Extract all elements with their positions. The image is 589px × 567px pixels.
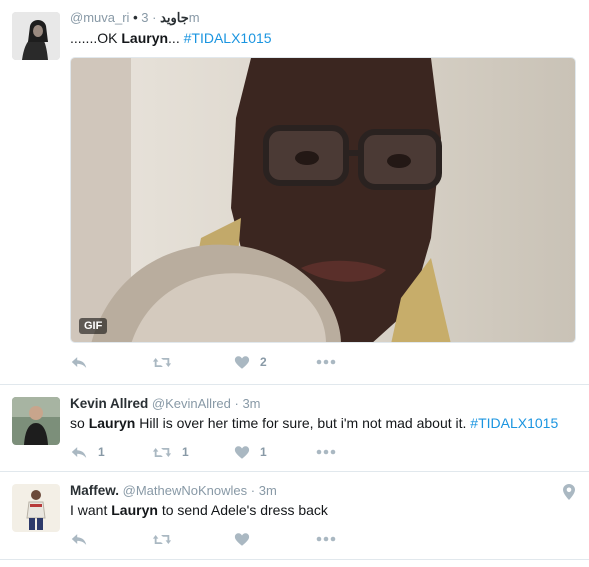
tweet-1[interactable]: @muva_ri • جاويد · 3m .......OK Lauryn..…: [0, 0, 589, 385]
location-pin-icon[interactable]: [563, 484, 575, 505]
tweet-text: I want Lauryn to send Adele's dress back: [70, 502, 328, 518]
more-button[interactable]: [316, 536, 398, 542]
tweet-header: Kevin Allred @KevinAllred · 3m: [70, 396, 261, 411]
reply-count: 1: [98, 445, 105, 459]
text-part: so: [70, 415, 89, 431]
tweet-header: @muva_ri • جاويد · 3m: [70, 10, 200, 26]
tweet-actions: [70, 529, 398, 549]
avatar[interactable]: [12, 484, 60, 532]
separator: ·: [234, 396, 239, 411]
separator: ·: [152, 10, 157, 25]
tweet-actions: 1 1 1: [70, 442, 398, 462]
tweet-3[interactable]: Maffew. @MathewNoKnowles · 3m I want Lau…: [0, 472, 589, 560]
heart-icon: [234, 532, 250, 547]
gif-badge: GIF: [79, 318, 108, 334]
display-name[interactable]: Kevin Allred: [70, 396, 148, 411]
tweet-2[interactable]: Kevin Allred @KevinAllred · 3m so Lauryn…: [0, 385, 589, 472]
more-icon: [316, 536, 336, 542]
heart-icon: [234, 355, 250, 370]
reply-button[interactable]: 1: [70, 445, 152, 460]
like-count: 1: [260, 445, 267, 459]
text-part: I want: [70, 502, 112, 518]
like-button[interactable]: 2: [234, 355, 316, 370]
separator: ·: [250, 483, 256, 498]
retweet-button[interactable]: [152, 532, 234, 547]
avatar[interactable]: [12, 12, 60, 60]
text-part: Hill is over her time for sure, but i'm …: [135, 415, 471, 431]
more-icon: [316, 359, 336, 365]
text-part: ...: [168, 30, 184, 46]
retweet-button[interactable]: [152, 355, 234, 370]
reply-icon: [70, 355, 88, 370]
text-part: to send Adele's dress back: [157, 502, 328, 518]
text-bold: Lauryn: [121, 30, 169, 46]
tweet-text: .......OK Lauryn... #TIDALX1015: [70, 30, 272, 46]
like-count: 2: [260, 355, 267, 369]
reply-icon: [70, 532, 88, 547]
heart-icon: [234, 445, 250, 460]
retweet-icon: [152, 445, 172, 460]
text-bold: Lauryn: [111, 502, 158, 518]
gif-media[interactable]: GIF: [70, 57, 576, 343]
hashtag-link[interactable]: #TIDALX1015: [184, 30, 272, 46]
avatar[interactable]: [12, 397, 60, 445]
reply-icon: [70, 445, 88, 460]
like-button[interactable]: [234, 532, 316, 547]
user-handle[interactable]: @MathewNoKnowles: [123, 483, 247, 498]
user-handle[interactable]: @muva_ri: [70, 10, 129, 25]
more-button[interactable]: [316, 449, 398, 455]
display-name[interactable]: Maffew.: [70, 483, 119, 498]
text-bold: Lauryn: [88, 415, 136, 431]
gif-image: [71, 58, 575, 342]
more-button[interactable]: [316, 359, 398, 365]
hashtag-link[interactable]: #TIDALX1015: [470, 415, 558, 431]
retweet-icon: [152, 532, 172, 547]
tweet-actions: 2: [70, 352, 398, 372]
like-button[interactable]: 1: [234, 445, 316, 460]
text-part: .......OK: [70, 30, 122, 46]
retweet-button[interactable]: 1: [152, 445, 234, 460]
timestamp[interactable]: 3m: [259, 483, 277, 498]
user-handle[interactable]: @KevinAllred: [152, 396, 231, 411]
more-icon: [316, 449, 336, 455]
tweet-text: so Lauryn Hill is over her time for sure…: [70, 415, 558, 431]
reply-button[interactable]: [70, 355, 152, 370]
timestamp[interactable]: 3m: [242, 396, 260, 411]
reply-button[interactable]: [70, 532, 152, 547]
retweet-icon: [152, 355, 172, 370]
retweet-count: 1: [182, 445, 189, 459]
tweet-header: Maffew. @MathewNoKnowles · 3m: [70, 483, 277, 498]
